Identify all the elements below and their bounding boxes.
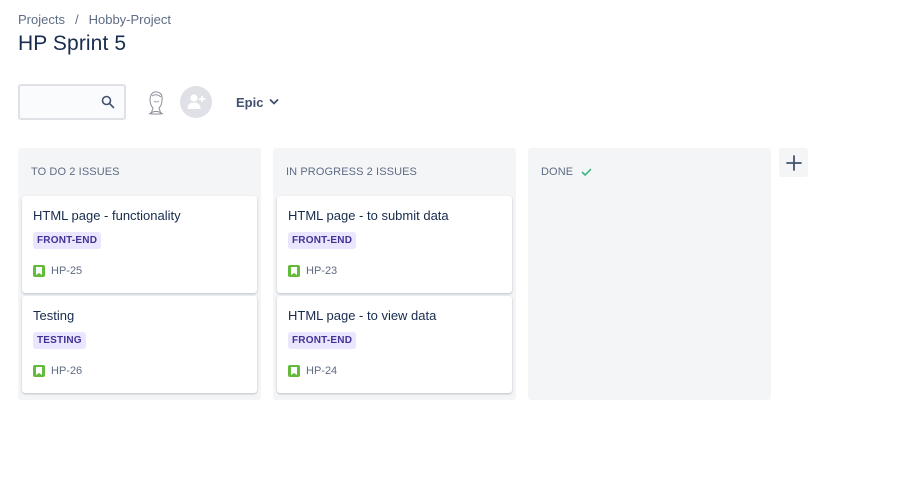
column-in-progress: IN PROGRESS 2 ISSUES HTML page - to subm… — [273, 148, 516, 400]
sprint-board: TO DO 2 ISSUES HTML page - functionality… — [18, 148, 771, 400]
page-title: HP Sprint 5 — [18, 32, 127, 55]
issue-title: HTML page - to view data — [288, 308, 437, 323]
epic-tag: FRONT-END — [288, 232, 357, 249]
search-box — [18, 84, 126, 120]
add-people-button[interactable] — [180, 86, 212, 118]
column-title: TO DO 2 ISSUES — [31, 166, 120, 178]
epic-tag: FRONT-END — [288, 332, 357, 349]
issue-title: HTML page - functionality — [33, 208, 181, 223]
breadcrumb-projects-link[interactable]: Projects — [18, 12, 65, 27]
epic-filter-dropdown[interactable]: Epic — [232, 89, 283, 116]
breadcrumb: Projects / Hobby-Project — [18, 12, 171, 27]
column-title: IN PROGRESS 2 ISSUES — [286, 166, 417, 178]
issue-card[interactable]: HTML page - functionality FRONT-END HP-2… — [22, 196, 257, 293]
breadcrumb-separator: / — [74, 12, 79, 27]
issue-card[interactable]: HTML page - to view data FRONT-END HP-24 — [277, 296, 512, 393]
card-footer: HP-23 — [288, 265, 337, 277]
issue-card[interactable]: Testing TESTING HP-26 — [22, 296, 257, 393]
column-title: DONE — [541, 166, 574, 178]
column-header: IN PROGRESS 2 ISSUES — [277, 148, 512, 196]
search-input[interactable] — [20, 86, 100, 118]
add-column-button[interactable] — [779, 148, 808, 177]
column-todo: TO DO 2 ISSUES HTML page - functionality… — [18, 148, 261, 400]
issue-title: HTML page - to submit data — [288, 208, 449, 223]
breadcrumb-project-link[interactable]: Hobby-Project — [89, 12, 171, 27]
plus-icon — [785, 154, 802, 171]
search-icon[interactable] — [101, 95, 115, 109]
add-person-icon — [187, 94, 205, 109]
issue-key: HP-25 — [51, 265, 83, 277]
column-done: DONE — [528, 148, 771, 400]
column-header: DONE — [532, 148, 767, 196]
card-footer: HP-24 — [288, 365, 337, 377]
epic-tag: TESTING — [33, 332, 86, 349]
story-icon — [288, 265, 300, 277]
issue-key: HP-23 — [306, 265, 338, 277]
user-avatar[interactable] — [140, 86, 172, 118]
user-avatar-sketch — [148, 91, 164, 115]
epic-filter-label: Epic — [236, 94, 264, 110]
chevron-down-icon — [270, 99, 279, 105]
story-icon — [33, 365, 45, 377]
story-icon — [33, 265, 45, 277]
column-header: TO DO 2 ISSUES — [22, 148, 257, 196]
story-icon — [288, 365, 300, 377]
board-toolbar: Epic — [18, 84, 283, 120]
epic-tag: FRONT-END — [33, 232, 102, 249]
issue-title: Testing — [33, 308, 75, 323]
issue-key: HP-26 — [51, 365, 83, 377]
card-footer: HP-26 — [33, 365, 82, 377]
issue-key: HP-24 — [306, 365, 338, 377]
card-footer: HP-25 — [33, 265, 82, 277]
issue-card[interactable]: HTML page - to submit data FRONT-END HP-… — [277, 196, 512, 293]
check-icon — [581, 168, 592, 176]
